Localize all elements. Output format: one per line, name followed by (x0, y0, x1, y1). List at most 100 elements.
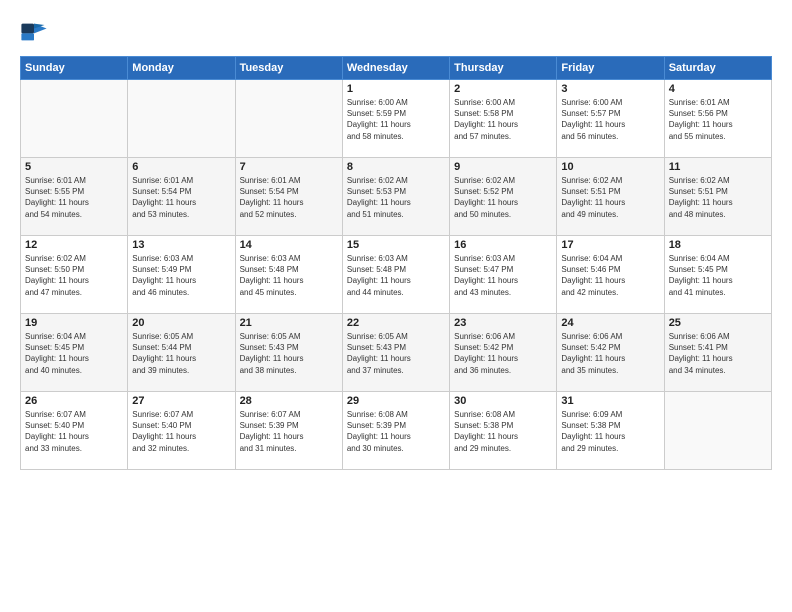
logo (20, 18, 52, 46)
week-row-2: 5Sunrise: 6:01 AMSunset: 5:55 PMDaylight… (21, 158, 772, 236)
day-number: 16 (454, 239, 552, 251)
day-info: Sunrise: 6:02 AMSunset: 5:53 PMDaylight:… (347, 175, 445, 220)
calendar-cell: 4 Sunrise: 6:01 AMSunset: 5:56 PMDaylight… (664, 80, 771, 158)
day-number: 21 (240, 317, 338, 329)
day-info: Sunrise: 6:00 AMSunset: 5:58 PMDaylight:… (454, 97, 552, 142)
week-row-1: 1Sunrise: 6:00 AMSunset: 5:59 PMDaylight… (21, 80, 772, 158)
calendar-cell: 24 Sunrise: 6:06 AMSunset: 5:42 PMDayligh… (557, 314, 664, 392)
day-info: Sunrise: 6:01 AMSunset: 5:56 PMDaylight:… (669, 97, 767, 142)
calendar-cell: 14 Sunrise: 6:03 AMSunset: 5:48 PMDayligh… (235, 236, 342, 314)
day-info: Sunrise: 6:01 AMSunset: 5:55 PMDaylight:… (25, 175, 123, 220)
day-info: Sunrise: 6:06 AMSunset: 5:41 PMDaylight:… (669, 331, 767, 376)
day-number: 8 (347, 161, 445, 173)
calendar-cell: 23 Sunrise: 6:06 AMSunset: 5:42 PMDayligh… (450, 314, 557, 392)
calendar-cell: 10 Sunrise: 6:02 AMSunset: 5:51 PMDayligh… (557, 158, 664, 236)
logo-icon (20, 18, 48, 46)
calendar-cell: 19 Sunrise: 6:04 AMSunset: 5:45 PMDayligh… (21, 314, 128, 392)
day-number: 12 (25, 239, 123, 251)
calendar-cell: 13 Sunrise: 6:03 AMSunset: 5:49 PMDayligh… (128, 236, 235, 314)
day-info: Sunrise: 6:09 AMSunset: 5:38 PMDaylight:… (561, 409, 659, 454)
day-number: 23 (454, 317, 552, 329)
day-number: 26 (25, 395, 123, 407)
day-number: 1 (347, 83, 445, 95)
day-info: Sunrise: 6:05 AMSunset: 5:43 PMDaylight:… (347, 331, 445, 376)
calendar-cell: 16 Sunrise: 6:03 AMSunset: 5:47 PMDayligh… (450, 236, 557, 314)
day-number: 4 (669, 83, 767, 95)
calendar-cell: 28Sunrise: 6:07 AMSunset: 5:39 PMDayligh… (235, 392, 342, 470)
day-number: 17 (561, 239, 659, 251)
day-info: Sunrise: 6:04 AMSunset: 5:46 PMDaylight:… (561, 253, 659, 298)
day-number: 25 (669, 317, 767, 329)
day-info: Sunrise: 6:00 AMSunset: 5:57 PMDaylight:… (561, 97, 659, 142)
calendar-cell: 22 Sunrise: 6:05 AMSunset: 5:43 PMDayligh… (342, 314, 449, 392)
day-number: 27 (132, 395, 230, 407)
weekday-header-thursday: Thursday (450, 57, 557, 80)
week-row-5: 26 Sunrise: 6:07 AMSunset: 5:40 PMDayligh… (21, 392, 772, 470)
day-info: Sunrise: 6:07 AMSunset: 5:40 PMDaylight:… (25, 409, 123, 454)
day-info: Sunrise: 6:04 AMSunset: 5:45 PMDaylight:… (25, 331, 123, 376)
day-info: Sunrise: 6:03 AMSunset: 5:47 PMDaylight:… (454, 253, 552, 298)
calendar-cell: 21Sunrise: 6:05 AMSunset: 5:43 PMDayligh… (235, 314, 342, 392)
calendar-cell: 9 Sunrise: 6:02 AMSunset: 5:52 PMDaylight… (450, 158, 557, 236)
weekday-header-wednesday: Wednesday (342, 57, 449, 80)
calendar-cell: 7 Sunrise: 6:01 AMSunset: 5:54 PMDaylight… (235, 158, 342, 236)
page: SundayMondayTuesdayWednesdayThursdayFrid… (0, 0, 792, 612)
calendar-cell: 12 Sunrise: 6:02 AMSunset: 5:50 PMDayligh… (21, 236, 128, 314)
day-info: Sunrise: 6:06 AMSunset: 5:42 PMDaylight:… (561, 331, 659, 376)
calendar-cell: 25 Sunrise: 6:06 AMSunset: 5:41 PMDayligh… (664, 314, 771, 392)
day-number: 3 (561, 83, 659, 95)
calendar-cell (21, 80, 128, 158)
day-number: 22 (347, 317, 445, 329)
calendar-cell: 2 Sunrise: 6:00 AMSunset: 5:58 PMDaylight… (450, 80, 557, 158)
day-number: 31 (561, 395, 659, 407)
day-number: 19 (25, 317, 123, 329)
day-info: Sunrise: 6:03 AMSunset: 5:48 PMDaylight:… (347, 253, 445, 298)
day-info: Sunrise: 6:03 AMSunset: 5:49 PMDaylight:… (132, 253, 230, 298)
calendar-cell (128, 80, 235, 158)
calendar-cell (235, 80, 342, 158)
calendar-cell (664, 392, 771, 470)
calendar-cell: 5Sunrise: 6:01 AMSunset: 5:55 PMDaylight… (21, 158, 128, 236)
day-info: Sunrise: 6:08 AMSunset: 5:38 PMDaylight:… (454, 409, 552, 454)
calendar-cell: 6 Sunrise: 6:01 AMSunset: 5:54 PMDaylight… (128, 158, 235, 236)
day-number: 7 (240, 161, 338, 173)
day-info: Sunrise: 6:02 AMSunset: 5:50 PMDaylight:… (25, 253, 123, 298)
day-info: Sunrise: 6:03 AMSunset: 5:48 PMDaylight:… (240, 253, 338, 298)
day-number: 2 (454, 83, 552, 95)
calendar-cell: 8 Sunrise: 6:02 AMSunset: 5:53 PMDaylight… (342, 158, 449, 236)
day-number: 29 (347, 395, 445, 407)
calendar-cell: 20 Sunrise: 6:05 AMSunset: 5:44 PMDayligh… (128, 314, 235, 392)
day-number: 20 (132, 317, 230, 329)
day-info: Sunrise: 6:05 AMSunset: 5:44 PMDaylight:… (132, 331, 230, 376)
day-info: Sunrise: 6:01 AMSunset: 5:54 PMDaylight:… (132, 175, 230, 220)
day-number: 14 (240, 239, 338, 251)
calendar-cell: 31 Sunrise: 6:09 AMSunset: 5:38 PMDayligh… (557, 392, 664, 470)
day-info: Sunrise: 6:02 AMSunset: 5:51 PMDaylight:… (669, 175, 767, 220)
day-info: Sunrise: 6:02 AMSunset: 5:51 PMDaylight:… (561, 175, 659, 220)
day-info: Sunrise: 6:01 AMSunset: 5:54 PMDaylight:… (240, 175, 338, 220)
weekday-header-monday: Monday (128, 57, 235, 80)
day-number: 6 (132, 161, 230, 173)
weekday-header-saturday: Saturday (664, 57, 771, 80)
week-row-3: 12 Sunrise: 6:02 AMSunset: 5:50 PMDayligh… (21, 236, 772, 314)
day-number: 28 (240, 395, 338, 407)
calendar-cell: 11Sunrise: 6:02 AMSunset: 5:51 PMDayligh… (664, 158, 771, 236)
day-number: 30 (454, 395, 552, 407)
day-info: Sunrise: 6:04 AMSunset: 5:45 PMDaylight:… (669, 253, 767, 298)
calendar-cell: 30 Sunrise: 6:08 AMSunset: 5:38 PMDayligh… (450, 392, 557, 470)
day-info: Sunrise: 6:08 AMSunset: 5:39 PMDaylight:… (347, 409, 445, 454)
day-info: Sunrise: 6:06 AMSunset: 5:42 PMDaylight:… (454, 331, 552, 376)
calendar-cell: 29 Sunrise: 6:08 AMSunset: 5:39 PMDayligh… (342, 392, 449, 470)
calendar-cell: 26 Sunrise: 6:07 AMSunset: 5:40 PMDayligh… (21, 392, 128, 470)
weekday-header-tuesday: Tuesday (235, 57, 342, 80)
day-info: Sunrise: 6:02 AMSunset: 5:52 PMDaylight:… (454, 175, 552, 220)
calendar-cell: 3 Sunrise: 6:00 AMSunset: 5:57 PMDaylight… (557, 80, 664, 158)
day-number: 24 (561, 317, 659, 329)
day-number: 13 (132, 239, 230, 251)
day-number: 10 (561, 161, 659, 173)
calendar-cell: 17 Sunrise: 6:04 AMSunset: 5:46 PMDayligh… (557, 236, 664, 314)
calendar-cell: 15Sunrise: 6:03 AMSunset: 5:48 PMDayligh… (342, 236, 449, 314)
calendar-table: SundayMondayTuesdayWednesdayThursdayFrid… (20, 56, 772, 470)
calendar-cell: 18Sunrise: 6:04 AMSunset: 5:45 PMDayligh… (664, 236, 771, 314)
day-number: 9 (454, 161, 552, 173)
